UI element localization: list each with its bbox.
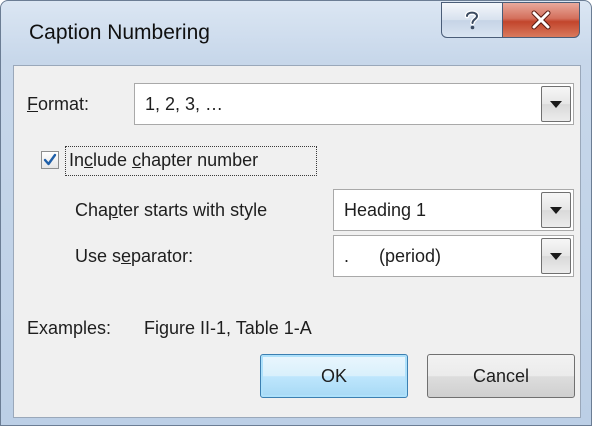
- include-chapter-label[interactable]: Include chapter number: [69, 150, 258, 171]
- help-icon: [464, 10, 480, 30]
- close-button[interactable]: [502, 2, 580, 38]
- cancel-button[interactable]: Cancel: [427, 354, 575, 398]
- chevron-down-icon: [550, 252, 562, 260]
- chapter-style-label: Chapter starts with style: [75, 200, 268, 220]
- format-combobox[interactable]: 1, 2, 3, …: [134, 83, 574, 125]
- examples-label: Examples:: [27, 318, 112, 338]
- title-bar[interactable]: Caption Numbering: [1, 1, 591, 65]
- chevron-down-icon: [550, 100, 562, 108]
- ok-button[interactable]: OK: [260, 354, 408, 398]
- close-icon: [531, 10, 551, 30]
- separator-value: . (period): [344, 246, 442, 266]
- separator-label: Use separator:: [75, 246, 194, 266]
- separator-dropdown-button[interactable]: [541, 238, 571, 274]
- chapter-style-value: Heading 1: [344, 200, 427, 220]
- format-label: Format:: [27, 94, 90, 114]
- examples-value: Figure II-1, Table 1-A: [144, 318, 312, 338]
- format-value: 1, 2, 3, …: [145, 94, 224, 114]
- dialog-window: Caption Numbering Format: 1, 2, 3, … Inc…: [0, 0, 592, 426]
- checkmark-icon: [43, 153, 57, 166]
- include-chapter-checkbox[interactable]: [41, 151, 59, 169]
- dialog-body: Format: 1, 2, 3, … Include chapter numbe…: [13, 65, 581, 418]
- dialog-title: Caption Numbering: [29, 21, 210, 44]
- format-dropdown-button[interactable]: [541, 86, 571, 122]
- chapter-style-combobox[interactable]: Heading 1: [333, 189, 574, 231]
- chevron-down-icon: [550, 206, 562, 214]
- help-button[interactable]: [441, 2, 503, 38]
- separator-combobox[interactable]: . (period): [333, 235, 574, 277]
- chapter-style-dropdown-button[interactable]: [541, 192, 571, 228]
